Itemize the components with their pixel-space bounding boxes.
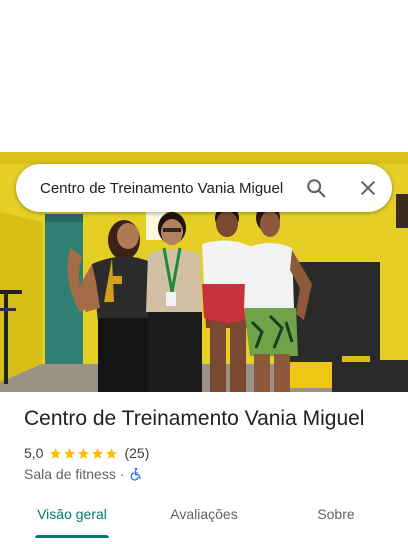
close-icon [361,181,375,195]
star-icon [78,447,90,459]
rating-value: 5,0 [24,445,44,461]
active-tab-indicator [35,535,109,538]
place-title: Centro de Treinamento Vania Miguel [24,407,365,430]
clear-search-button[interactable] [348,168,388,208]
star-icon [64,447,76,459]
place-category: Sala de fitness [24,466,116,482]
star-rating [49,447,119,460]
star-icon [106,447,118,459]
tab-reviews[interactable]: Avaliações [156,496,252,536]
tab-bar: Visão geral Avaliações Sobre [0,496,408,536]
rating-row[interactable]: 5,0 (25) [24,444,149,462]
star-icon [92,447,104,459]
tab-overview[interactable]: Visão geral [24,496,120,536]
search-bar: Centro de Treinamento Vania Miguel [16,164,392,212]
search-icon [307,179,326,198]
wheelchair-icon[interactable] [129,467,143,481]
review-count[interactable]: (25) [124,445,149,461]
search-input[interactable]: Centro de Treinamento Vania Miguel [40,180,288,197]
category-row: Sala de fitness · [24,465,143,483]
separator-dot: · [119,466,125,482]
star-icon [50,447,62,459]
tab-about[interactable]: Sobre [288,496,384,536]
search-button[interactable] [296,168,336,208]
